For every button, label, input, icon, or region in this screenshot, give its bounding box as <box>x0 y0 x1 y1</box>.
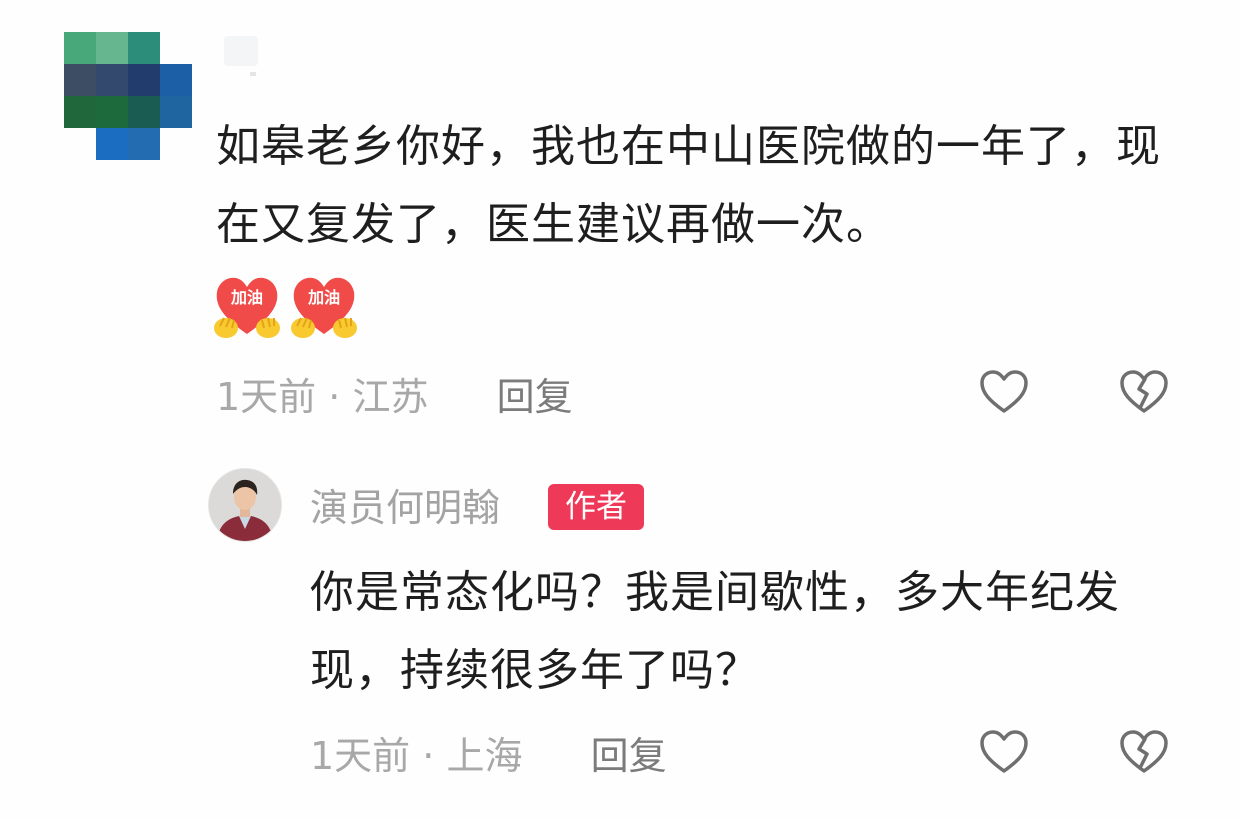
dislike-button[interactable] <box>1116 364 1172 420</box>
author-badge: 作者 <box>548 484 644 530</box>
cheer-emoji: 加油 <box>212 272 282 342</box>
reply-meta: 1天前 · 上海 回复 <box>310 731 667 781</box>
reply-text: 你是常态化吗？我是间歇性，多大年纪发现，持续很多年了吗？ <box>310 567 1120 696</box>
comment-time: 1天前 <box>216 375 317 419</box>
broken-heart-icon <box>1120 370 1168 413</box>
blurred-username[interactable] <box>224 36 258 66</box>
comment-text: 如皋老乡你好，我也在中山医院做的一年了，现在又复发了，医生建议再做一次。 <box>216 121 1161 250</box>
reply-button[interactable]: 回复 <box>497 375 573 419</box>
user-avatar-pixelated[interactable] <box>64 32 192 160</box>
comment-meta: 1天前 · 江苏 回复 <box>216 372 573 422</box>
reply-time: 1天前 <box>310 734 411 778</box>
emoji-row: 加油 加油 <box>212 272 361 344</box>
reply-location: 上海 <box>446 734 523 778</box>
like-button[interactable] <box>976 364 1032 420</box>
blurred-username-tail <box>250 72 256 76</box>
dislike-button[interactable] <box>1116 724 1172 780</box>
meta-separator: · <box>422 734 447 778</box>
heart-outline-icon <box>980 370 1028 413</box>
meta-separator: · <box>328 375 353 419</box>
like-button[interactable] <box>976 724 1032 780</box>
person-photo-icon <box>209 469 281 541</box>
heart-outline-icon <box>980 730 1028 773</box>
comment-location: 江苏 <box>352 375 429 419</box>
author-name[interactable]: 演员何明翰 <box>310 482 500 534</box>
reply-button[interactable]: 回复 <box>591 734 667 778</box>
author-avatar[interactable] <box>208 468 282 542</box>
cheer-emoji: 加油 <box>289 272 359 342</box>
comment-thread: 如皋老乡你好，我也在中山医院做的一年了，现在又复发了，医生建议再做一次。 加油 … <box>0 0 1240 818</box>
broken-heart-icon <box>1120 730 1168 773</box>
